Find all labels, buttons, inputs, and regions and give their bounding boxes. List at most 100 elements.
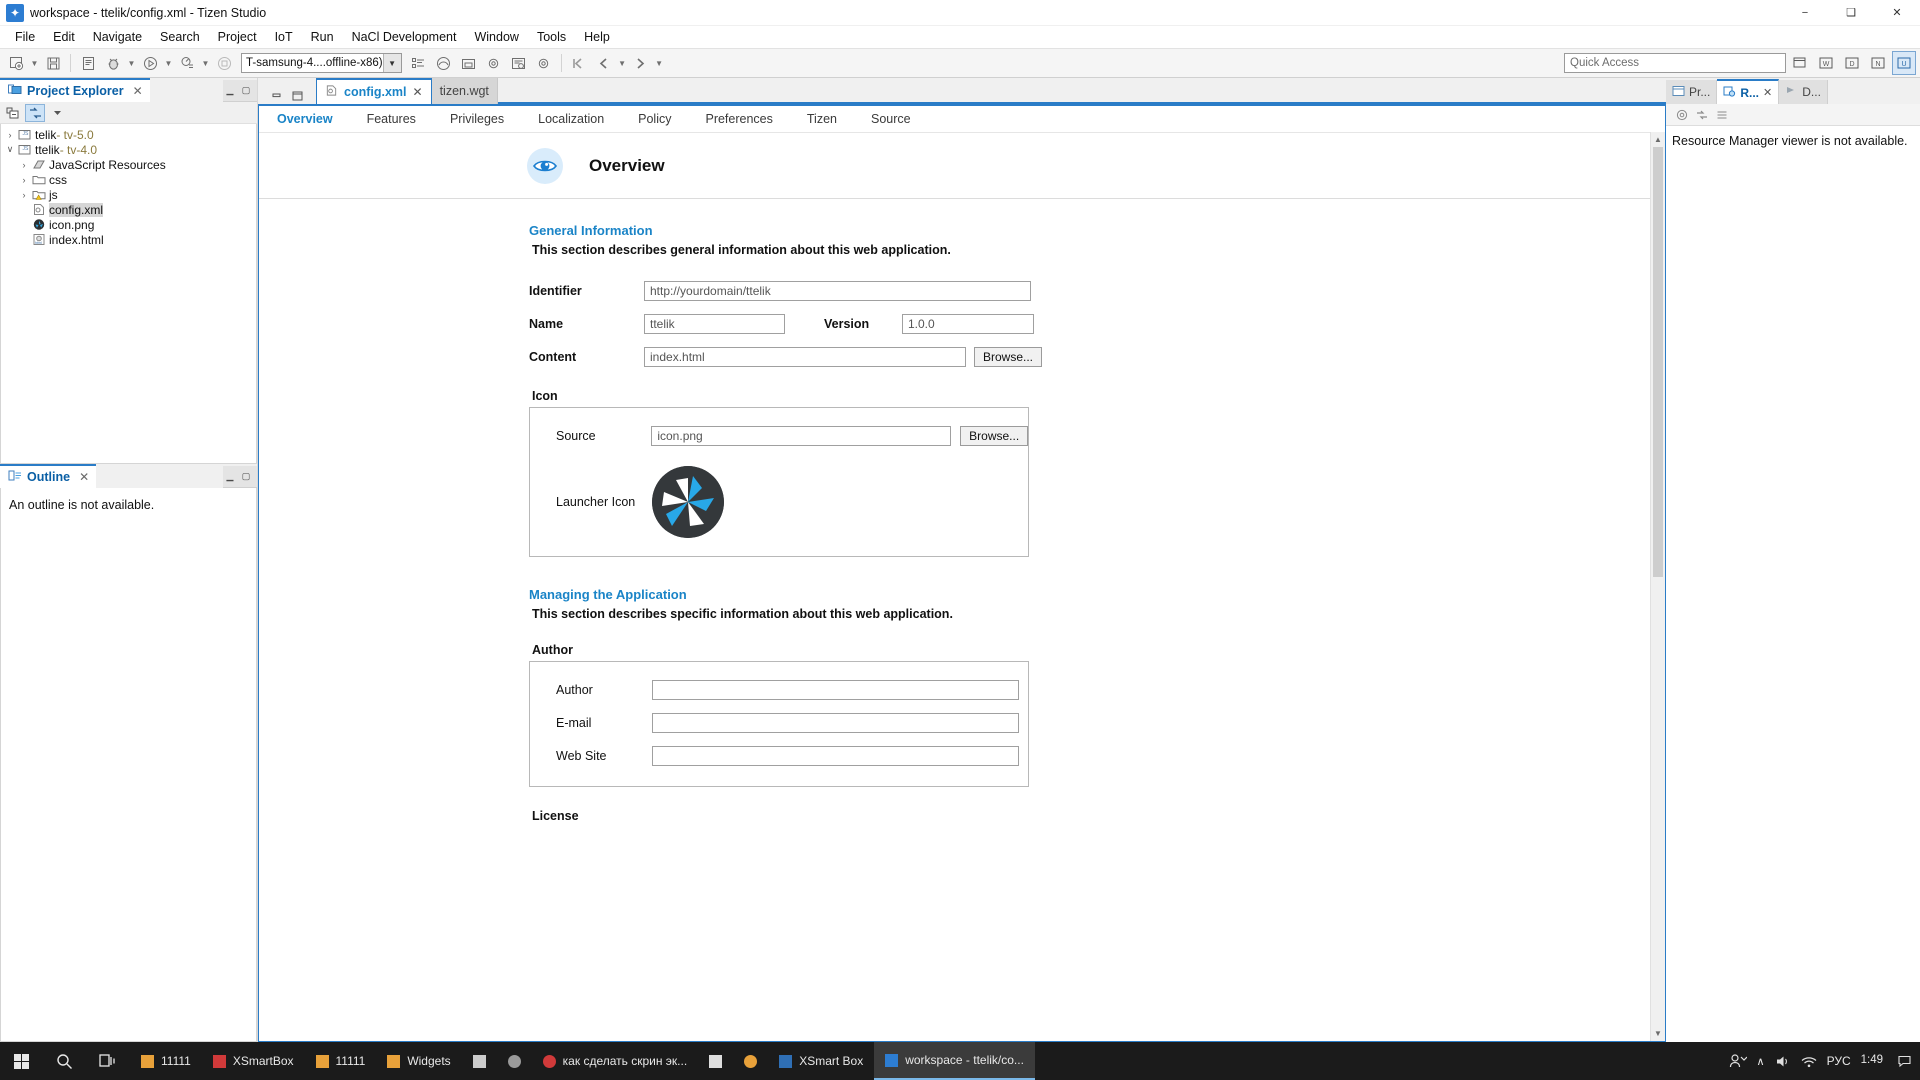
version-input[interactable]: 1.0.0 [902, 314, 1034, 334]
view-menu-icon[interactable] [1714, 107, 1729, 122]
taskbar-item-browser-video[interactable]: как сделать скрин эк... [532, 1042, 699, 1080]
tree-item-telik[interactable]: › JS telik - tv-5.0 [1, 127, 256, 142]
tree-item-config-xml[interactable]: config.xml [1, 202, 256, 217]
project-explorer-maximize-icon[interactable]: ▢ [239, 84, 253, 98]
tree-item-icon-png[interactable]: icon.png [1, 217, 256, 232]
tree-twisty-icon[interactable]: › [17, 175, 31, 185]
email-input[interactable] [652, 713, 1019, 733]
tree-item-ttelik[interactable]: ∨ JS ttelik - tv-4.0 [1, 142, 256, 157]
website-input[interactable] [652, 746, 1019, 766]
network-icon[interactable] [1801, 1054, 1817, 1069]
outline-minimize-icon[interactable]: ▁ [223, 470, 237, 484]
menu-tools[interactable]: Tools [528, 28, 575, 46]
taskbar-item-widgets[interactable]: Widgets [376, 1042, 461, 1080]
editor-minimize-icon[interactable] [272, 89, 284, 99]
outline-close-icon[interactable]: ✕ [79, 470, 89, 484]
menu-search[interactable]: Search [151, 28, 209, 46]
menu-file[interactable]: File [6, 28, 44, 46]
menu-iot[interactable]: IoT [266, 28, 302, 46]
tree-item-js[interactable]: › js [1, 187, 256, 202]
identifier-input[interactable]: http://yourdomain/ttelik [644, 281, 1031, 301]
back-icon[interactable] [592, 51, 616, 75]
content-input[interactable]: index.html [644, 347, 966, 367]
run-icon[interactable] [138, 51, 162, 75]
profile-icon[interactable] [175, 51, 199, 75]
editor-maximize-icon[interactable] [292, 89, 304, 101]
search-icon[interactable] [43, 1042, 86, 1080]
tree-twisty-icon[interactable]: › [3, 130, 17, 140]
taskbar-item-explorer[interactable] [462, 1042, 497, 1080]
back-to-icon[interactable] [567, 51, 591, 75]
form-vertical-scrollbar[interactable]: ▲ ▼ [1650, 132, 1665, 1041]
project-explorer-close-icon[interactable]: ✕ [133, 84, 143, 98]
tree-item-javascript-resources[interactable]: › JavaScript Resources [1, 157, 256, 172]
form-tab-preferences[interactable]: Preferences [705, 112, 792, 126]
back-dropdown-icon[interactable]: ▼ [617, 51, 628, 75]
right-tab-properties[interactable]: Pr... [1666, 80, 1718, 104]
taskbar-item-11111-b[interactable]: 11111 [305, 1042, 377, 1080]
people-icon[interactable] [1729, 1053, 1747, 1069]
link-with-editor-icon[interactable] [25, 103, 45, 122]
open-perspective-icon[interactable] [1788, 51, 1812, 75]
scrollbar-thumb[interactable] [1653, 147, 1663, 577]
form-tab-overview[interactable]: Overview [277, 112, 353, 126]
menu-nacl-development[interactable]: NaCl Development [343, 28, 466, 46]
new-dropdown-icon[interactable]: ▼ [29, 51, 40, 75]
perspective-web-icon[interactable]: W [1814, 51, 1838, 75]
run-dropdown-icon[interactable]: ▼ [163, 51, 174, 75]
settings-gear-icon[interactable] [482, 51, 506, 75]
menu-navigate[interactable]: Navigate [84, 28, 151, 46]
notification-icon[interactable] [1897, 1054, 1912, 1068]
project-tree[interactable]: › JS telik - tv-5.0 ∨ JS ttelik - tv-4.0… [0, 124, 257, 464]
form-tab-tizen[interactable]: Tizen [807, 112, 857, 126]
taskbar-item-xsmart-box[interactable]: XSmart Box [768, 1042, 874, 1080]
scroll-down-icon[interactable]: ▼ [1651, 1026, 1665, 1041]
log-viewer-icon[interactable] [507, 51, 531, 75]
outline-tab[interactable]: Outline ✕ [0, 464, 97, 488]
editor-tab-close-icon[interactable]: ✕ [413, 85, 423, 99]
menu-window[interactable]: Window [465, 28, 527, 46]
tree-twisty-icon[interactable]: › [17, 160, 31, 170]
scrollbar-track[interactable] [1651, 147, 1665, 1026]
taskbar-item-xsmartbox[interactable]: XSmartBox [202, 1042, 305, 1080]
author-input[interactable] [652, 680, 1019, 700]
taskbar-item-mail[interactable] [698, 1042, 733, 1080]
outline-maximize-icon[interactable]: ▢ [239, 470, 253, 484]
perspective-debug-icon[interactable]: D [1840, 51, 1864, 75]
debug-icon[interactable] [101, 51, 125, 75]
editor-tab-tizen-wgt[interactable]: tizen.wgt [431, 78, 498, 104]
close-button[interactable]: ✕ [1874, 0, 1920, 26]
forward-dropdown-icon[interactable]: ▼ [654, 51, 665, 75]
forward-icon[interactable] [629, 51, 653, 75]
perspective-native-icon[interactable]: N [1866, 51, 1890, 75]
right-tab-device-manager[interactable]: D... [1779, 80, 1828, 104]
taskbar-item-chrome[interactable] [733, 1042, 768, 1080]
refresh-icon[interactable] [1674, 107, 1689, 122]
editor-tab-config-xml[interactable]: config.xml ✕ [316, 78, 432, 104]
start-icon[interactable] [0, 1042, 43, 1080]
taskbar-item-utility[interactable] [497, 1042, 532, 1080]
emulator-icon[interactable] [432, 51, 456, 75]
name-input[interactable]: ttelik [644, 314, 785, 334]
project-explorer-minimize-icon[interactable]: ▁ [223, 84, 237, 98]
content-browse-button[interactable]: Browse... [974, 347, 1043, 367]
new-icon[interactable] [4, 51, 28, 75]
icon-source-input[interactable]: icon.png [651, 426, 952, 446]
menu-run[interactable]: Run [302, 28, 343, 46]
build-icon[interactable] [76, 51, 100, 75]
certificate-icon[interactable] [457, 51, 481, 75]
taskbar-item-tizen-studio[interactable]: workspace - ttelik/co... [874, 1042, 1035, 1080]
preferences-gear-icon[interactable] [532, 51, 556, 75]
tree-twisty-icon[interactable]: › [17, 190, 31, 200]
task-view-icon[interactable] [86, 1042, 130, 1080]
minimize-button[interactable]: − [1782, 0, 1828, 26]
device-selector-arrow-icon[interactable]: ▼ [382, 54, 401, 72]
project-explorer-tab[interactable]: Project Explorer ✕ [0, 78, 150, 102]
form-tab-features[interactable]: Features [367, 112, 436, 126]
link-icon[interactable] [1694, 107, 1709, 122]
quick-access-input[interactable]: Quick Access [1564, 53, 1786, 73]
view-menu-icon[interactable] [47, 104, 67, 122]
clock[interactable]: 1:49 [1861, 1054, 1887, 1067]
menu-edit[interactable]: Edit [44, 28, 84, 46]
stop-icon[interactable] [212, 51, 236, 75]
